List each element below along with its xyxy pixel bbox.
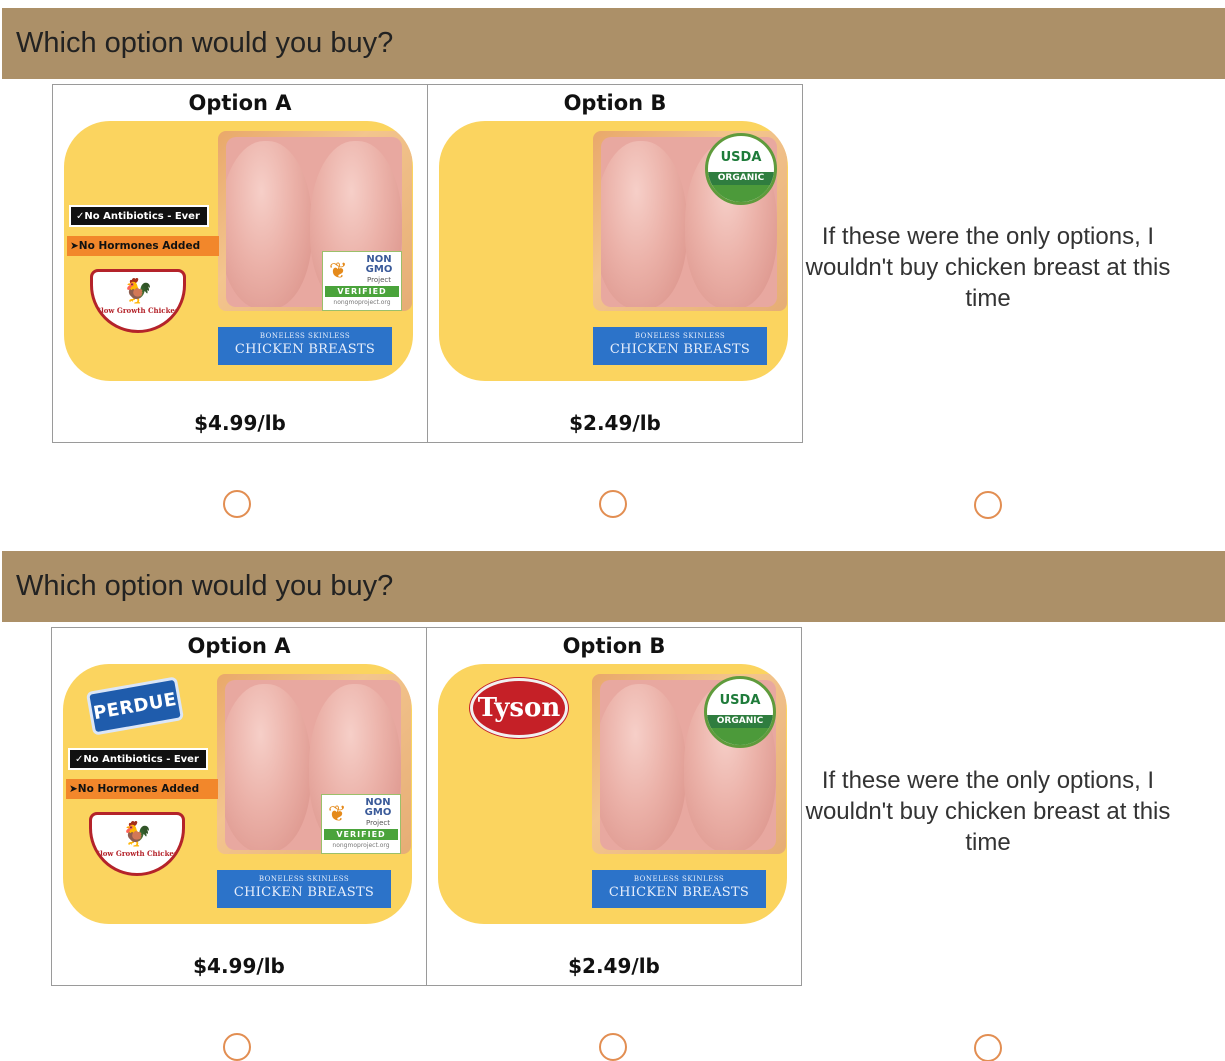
option-a-radio[interactable]: [223, 1033, 251, 1061]
none-option-radio[interactable]: [974, 491, 1002, 519]
option-b-price: $2.49/lb: [568, 954, 660, 978]
package-label-small: BONELESS SKINLESS: [258, 875, 350, 883]
option-b-card[interactable]: Option B Tyson USDA ORGANIC BONELESS SKI…: [426, 627, 802, 986]
none-option-text: If these were the only options, I wouldn…: [805, 223, 1171, 312]
option-b-title: Option B: [563, 91, 667, 115]
usda-organic-logo: USDA ORGANIC: [704, 676, 776, 748]
package-label-small: BONELESS SKINLESS: [259, 332, 351, 340]
option-a-card[interactable]: Option A ✓No Antibiotics - Ever ➤No Horm…: [52, 84, 428, 443]
chicken-package-image: Tyson USDA ORGANIC BONELESS SKINLESS CHI…: [438, 664, 787, 924]
butterfly-icon: ❦: [328, 801, 347, 826]
none-option-radio[interactable]: [974, 1034, 1002, 1061]
butterfly-icon: ❦: [329, 258, 348, 283]
non-gmo-text: GMO: [365, 264, 393, 275]
option-b-price: $2.49/lb: [569, 411, 661, 435]
non-gmo-url: nongmoproject.org: [332, 842, 390, 849]
package-label-main: CHICKEN BREASTS: [608, 885, 750, 900]
no-hormones-badge: ➤No Hormones Added: [66, 779, 218, 799]
no-hormones-badge: ➤No Hormones Added: [67, 236, 219, 256]
option-a-price: $4.99/lb: [194, 411, 286, 435]
non-gmo-text: Project: [367, 276, 391, 284]
slow-growth-logo: 🐓 Slow Growth Chicken: [89, 812, 185, 876]
usda-text: USDA: [719, 693, 761, 708]
hen-icon: 🐓: [123, 276, 153, 305]
package-label-main: CHICKEN BREASTS: [609, 342, 751, 357]
option-b-title: Option B: [562, 634, 666, 658]
chicken-package-image: PERDUE ✓No Antibiotics - Ever ➤No Hormon…: [63, 664, 412, 924]
slow-growth-text: Slow Growth Chicken: [95, 849, 179, 858]
question-prompt: Which option would you buy?: [2, 543, 1225, 622]
non-gmo-verified-text: VERIFIED: [325, 286, 399, 297]
option-a-radio[interactable]: [223, 490, 251, 518]
question-prompt: Which option would you buy?: [2, 0, 1225, 79]
option-a-card[interactable]: Option A PERDUE ✓No Antibiotics - Ever ➤…: [51, 627, 427, 986]
chicken-package-image: ✓No Antibiotics - Ever ➤No Hormones Adde…: [64, 121, 413, 381]
no-antibiotics-badge: ✓No Antibiotics - Ever: [69, 205, 209, 227]
package-label-small: BONELESS SKINLESS: [634, 332, 726, 340]
usda-text: USDA: [720, 150, 762, 165]
option-b-radio[interactable]: [599, 490, 627, 518]
package-label: BONELESS SKINLESS CHICKEN BREASTS: [218, 327, 392, 365]
package-label: BONELESS SKINLESS CHICKEN BREASTS: [593, 327, 767, 365]
non-gmo-verified-logo: ❦ NON GMO Project VERIFIED nongmoproject…: [322, 251, 402, 311]
package-label: BONELESS SKINLESS CHICKEN BREASTS: [217, 870, 391, 908]
non-gmo-verified-logo: ❦ NON GMO Project VERIFIED nongmoproject…: [321, 794, 401, 854]
non-gmo-text: GMO: [364, 807, 392, 818]
option-a-price: $4.99/lb: [193, 954, 285, 978]
non-gmo-url: nongmoproject.org: [333, 299, 391, 306]
non-gmo-text: Project: [366, 819, 390, 827]
package-label-small: BONELESS SKINLESS: [633, 875, 725, 883]
chicken-package-image: USDA ORGANIC BONELESS SKINLESS CHICKEN B…: [439, 121, 788, 381]
hen-icon: 🐓: [122, 819, 152, 848]
usda-organic-logo: USDA ORGANIC: [705, 133, 777, 205]
package-label-main: CHICKEN BREASTS: [233, 885, 375, 900]
organic-text: ORGANIC: [708, 172, 774, 185]
organic-text: ORGANIC: [707, 715, 773, 728]
package-label-main: CHICKEN BREASTS: [234, 342, 376, 357]
option-a-title: Option A: [188, 91, 292, 115]
package-label: BONELESS SKINLESS CHICKEN BREASTS: [592, 870, 766, 908]
slow-growth-text: Slow Growth Chicken: [96, 306, 180, 315]
perdue-brand-logo: PERDUE: [85, 676, 185, 736]
non-gmo-verified-text: VERIFIED: [324, 829, 398, 840]
tyson-brand-logo: Tyson: [470, 678, 568, 738]
option-a-title: Option A: [187, 634, 291, 658]
option-b-card[interactable]: Option B USDA ORGANIC BONELESS SKINLESS …: [427, 84, 803, 443]
slow-growth-logo: 🐓 Slow Growth Chicken: [90, 269, 186, 333]
option-b-radio[interactable]: [599, 1033, 627, 1061]
no-antibiotics-badge: ✓No Antibiotics - Ever: [68, 748, 208, 770]
none-option-text: If these were the only options, I wouldn…: [805, 767, 1171, 856]
